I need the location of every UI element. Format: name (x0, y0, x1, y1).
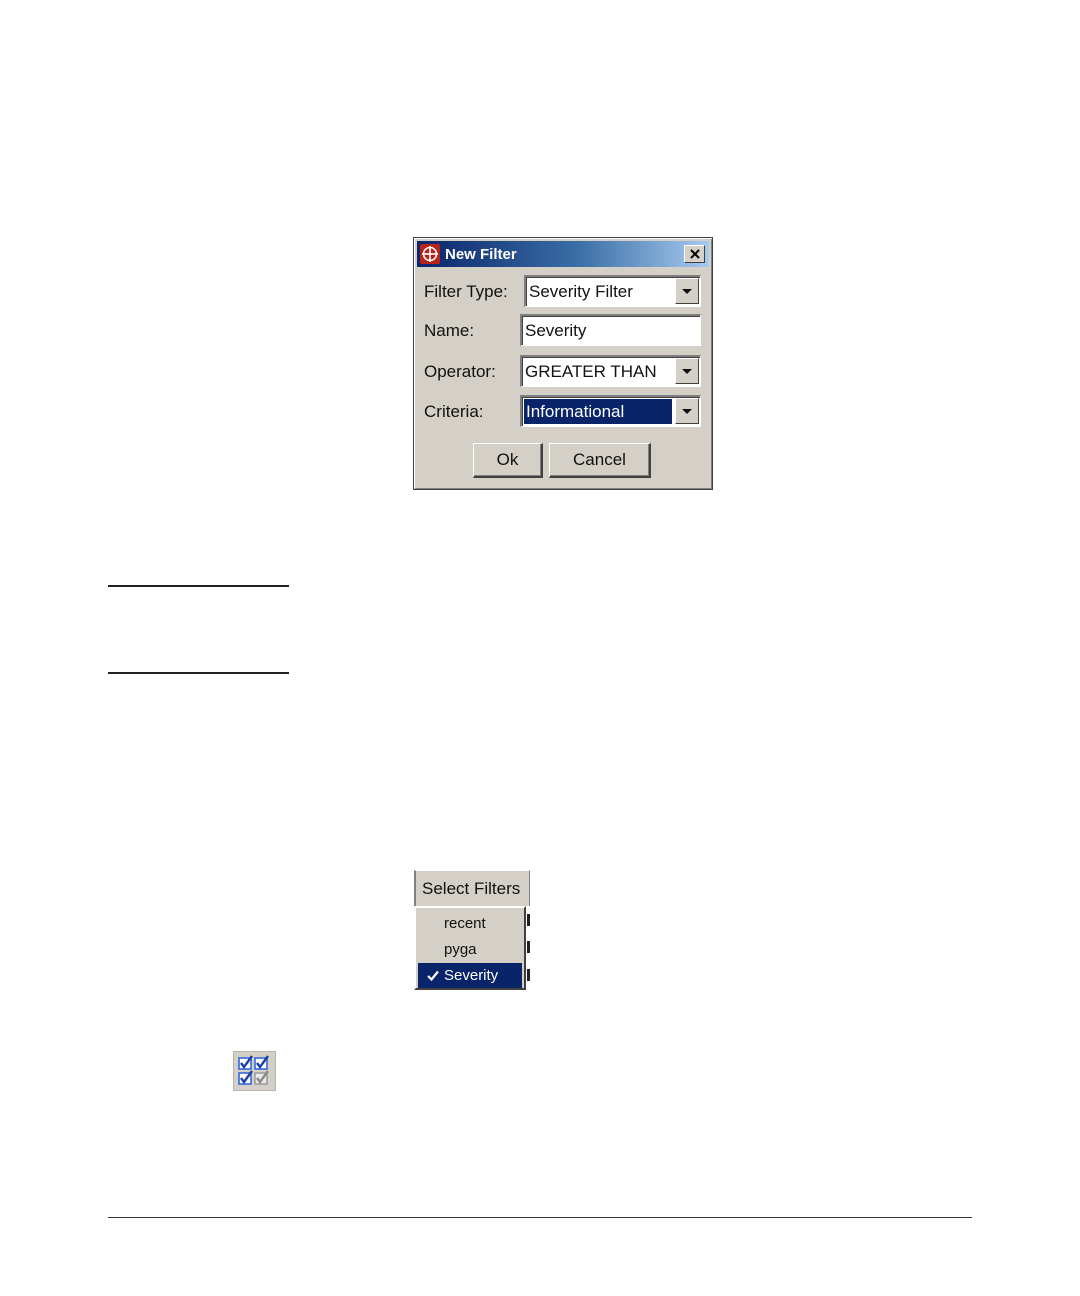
ok-button[interactable]: Ok (473, 443, 543, 478)
filter-type-select[interactable]: Severity Filter (524, 275, 701, 307)
select-filters-checkboxes-icon[interactable] (233, 1051, 276, 1091)
footer-rule (108, 1217, 972, 1218)
chevron-down-icon (682, 289, 692, 294)
menu-clipped-edge (527, 914, 530, 926)
close-icon (689, 249, 700, 259)
checkmark-icon (427, 970, 439, 981)
menu-item-severity[interactable]: Severity (418, 963, 522, 988)
operator-dropdown-button[interactable] (675, 358, 699, 384)
select-filters-menu: recent pyga Severity (414, 906, 526, 990)
menu-item-recent[interactable]: recent (418, 911, 522, 936)
close-button[interactable] (684, 245, 705, 263)
menu-item-label: recent (444, 915, 486, 932)
name-label: Name: (424, 321, 475, 340)
criteria-dropdown-button[interactable] (675, 398, 699, 424)
name-input[interactable]: Severity (520, 314, 701, 346)
menu-item-label: Severity (444, 967, 499, 984)
criteria-value: Informational (524, 399, 672, 424)
criteria-select[interactable]: Informational (520, 395, 701, 427)
cancel-button[interactable]: Cancel (549, 443, 651, 478)
menu-item-label: pyga (444, 941, 477, 958)
filter-type-dropdown-button[interactable] (675, 278, 699, 304)
filter-type-label: Filter Type: (424, 282, 508, 301)
dialog-title: New Filter (445, 246, 517, 263)
menu-clipped-edge (527, 941, 530, 953)
select-filters-menu-header[interactable]: Select Filters (414, 870, 530, 906)
operator-select[interactable]: GREATER THAN (520, 355, 701, 387)
criteria-label: Criteria: (424, 402, 484, 421)
section-rule-bottom (108, 672, 289, 674)
operator-label: Operator: (424, 362, 496, 381)
name-value: Severity (525, 321, 587, 340)
section-rule-top (108, 585, 289, 587)
dialog-titlebar[interactable]: New Filter (417, 241, 709, 267)
menu-clipped-edge (527, 969, 530, 981)
chevron-down-icon (682, 409, 692, 414)
menu-item-pyga[interactable]: pyga (418, 937, 522, 962)
operator-value: GREATER THAN (525, 362, 657, 381)
chevron-down-icon (682, 369, 692, 374)
select-filters-label: Select Filters (422, 879, 521, 898)
app-crosshair-icon (420, 244, 440, 264)
filter-type-value: Severity Filter (529, 282, 633, 301)
